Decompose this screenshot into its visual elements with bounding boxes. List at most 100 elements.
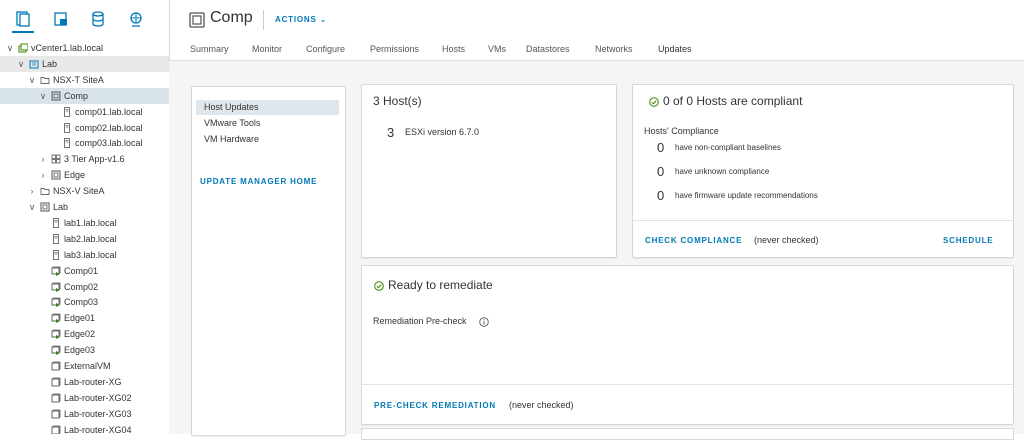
tree-node-label: lab3.lab.local: [64, 249, 117, 260]
object-tabs: Summary Monitor Configure Permissions Hosts V…: [0, 38, 1024, 62]
chevron-down-icon[interactable]: ∨: [38, 88, 48, 104]
chevron-down-icon[interactable]: ∨: [27, 72, 37, 88]
chevron-right-icon[interactable]: ›: [27, 183, 37, 199]
firmware-update-text: have firmware update recommendations: [675, 191, 818, 200]
tree-node[interactable]: lab3.lab.local: [0, 247, 169, 263]
tree-node-label: ExternalVM: [64, 361, 111, 371]
tree-node-label: Comp: [64, 90, 89, 101]
host-icon: [64, 122, 70, 133]
tab-summary[interactable]: Summary: [190, 42, 229, 60]
tab-configure[interactable]: Configure: [306, 42, 345, 60]
tree-node-label: NSX-T SiteA: [53, 74, 104, 85]
remediation-title: Ready to remediate: [388, 278, 493, 292]
check-compliance-status: (never checked): [754, 235, 819, 245]
remediation-card: Ready to remediate Remediation Pre-check…: [361, 265, 1014, 425]
tree-node-label: Lab-router-XG04: [64, 424, 132, 434]
menu-item-vmware-tools[interactable]: VMware Tools: [192, 116, 339, 131]
tab-networks[interactable]: Networks: [595, 42, 633, 60]
tree-node-label: NSX-V SiteA: [53, 186, 105, 197]
vm-icon: [51, 266, 61, 276]
tree-node[interactable]: ∨ Comp: [0, 87, 169, 104]
tree-node-label: Comp03: [64, 297, 99, 308]
tree-node[interactable]: Edge02: [0, 326, 169, 342]
tree-node[interactable]: ExternalVM: [0, 358, 169, 374]
tree-node-label: Edge: [64, 170, 86, 181]
tree-node[interactable]: › Edge: [0, 167, 169, 183]
firmware-update-count: 0: [657, 188, 665, 203]
tab-hosts[interactable]: Hosts: [442, 42, 465, 60]
tree-node[interactable]: lab2.lab.local: [0, 231, 169, 247]
tree-node-label: Lab: [53, 202, 69, 212]
check-compliance-link[interactable]: CHECK COMPLIANCE: [645, 236, 742, 245]
precheck-remediation-link[interactable]: PRE-CHECK REMEDIATION: [374, 401, 496, 410]
tree-node[interactable]: Edge03: [0, 342, 169, 358]
tree-node-label: comp03.lab.local: [75, 138, 143, 149]
tree-node[interactable]: › NSX-V SiteA: [0, 183, 169, 199]
tree-node[interactable]: › 3 Tier App-v1.6: [0, 151, 169, 167]
card-divider: [633, 220, 1013, 221]
tree-node-label: Edge02: [64, 329, 96, 340]
host-icon: [64, 106, 70, 117]
navigator-tabs: [0, 0, 169, 38]
tree-node-label: Edge01: [64, 313, 96, 324]
chevron-down-icon[interactable]: ∨: [27, 199, 37, 215]
tree-node[interactable]: ∨ NSX-T SiteA: [0, 72, 169, 88]
tree-node[interactable]: comp03.lab.local: [0, 135, 169, 151]
card-divider: [362, 384, 1013, 385]
page-title: Comp: [210, 9, 253, 26]
tab-permissions[interactable]: Permissions: [370, 42, 419, 60]
tree-node[interactable]: Lab-router-XG04: [0, 422, 169, 434]
info-icon[interactable]: [479, 317, 489, 327]
host-icon: [53, 217, 59, 228]
tab-monitor[interactable]: Monitor: [252, 42, 282, 60]
precheck-status: (never checked): [509, 400, 574, 410]
tree-node-label: 3 Tier App-v1.6: [64, 154, 125, 165]
vms-templates-tab[interactable]: [50, 8, 72, 30]
storage-tab[interactable]: [87, 8, 109, 30]
header-divider: [263, 10, 264, 30]
tree-node[interactable]: Lab-router-XG03: [0, 406, 169, 422]
actions-label: ACTIONS: [275, 15, 317, 24]
tree-node[interactable]: Comp01: [0, 263, 169, 279]
tab-updates[interactable]: Updates: [658, 42, 692, 62]
storage-icon: [92, 11, 104, 27]
vm-icon: [51, 345, 61, 356]
tree-node[interactable]: comp02.lab.local: [0, 120, 169, 136]
hosts-summary-card: 3 Host(s) 3 ESXi version 6.7.0: [361, 84, 617, 258]
next-card-edge: [361, 428, 1014, 440]
tree-node[interactable]: comp01.lab.local: [0, 104, 169, 120]
tab-vms[interactable]: VMs: [488, 42, 506, 60]
tree-node-label: Edge03: [64, 345, 96, 356]
tree-node[interactable]: ∨ Lab: [0, 199, 169, 215]
unknown-compliance-count: 0: [657, 164, 665, 179]
tree-node[interactable]: Edge01: [0, 310, 169, 326]
networking-icon: [130, 12, 142, 27]
actions-menu-button[interactable]: ACTIONS ⌄: [275, 15, 327, 24]
update-manager-home-link[interactable]: UPDATE MANAGER HOME: [200, 177, 317, 186]
tree-node[interactable]: Comp03: [0, 294, 169, 310]
tree-node[interactable]: lab1.lab.local: [0, 215, 169, 231]
chevron-right-icon[interactable]: ›: [38, 151, 48, 167]
vm-off-icon: [51, 377, 61, 387]
tree-node-label: Lab-router-XG02: [64, 392, 132, 403]
unknown-compliance-text: have unknown compliance: [675, 167, 770, 176]
vms-templates-icon: [54, 12, 67, 26]
networking-tab[interactable]: [125, 8, 147, 30]
tab-datastores[interactable]: Datastores: [526, 42, 570, 60]
vm-off-icon: [51, 393, 61, 403]
tree-node[interactable]: Lab-router-XG: [0, 374, 169, 390]
schedule-link[interactable]: SCHEDULE: [943, 236, 993, 245]
menu-item-vm-hardware[interactable]: VM Hardware: [192, 132, 339, 147]
hosts-clusters-tab[interactable]: [12, 7, 34, 33]
cluster-icon: [40, 202, 50, 212]
tree-node[interactable]: Lab-router-XG02: [0, 390, 169, 406]
menu-item-host-updates[interactable]: Host Updates: [196, 100, 339, 115]
remediation-precheck-label: Remediation Pre-check: [373, 316, 467, 326]
updates-side-menu: Host Updates VMware Tools VM Hardware UP…: [191, 86, 346, 436]
vm-icon: [51, 297, 61, 308]
vm-icon: [51, 282, 61, 292]
chevron-right-icon[interactable]: ›: [38, 167, 48, 183]
tree-node[interactable]: Comp02: [0, 279, 169, 295]
vm-off-icon: [51, 409, 61, 419]
host-icon: [64, 138, 70, 149]
